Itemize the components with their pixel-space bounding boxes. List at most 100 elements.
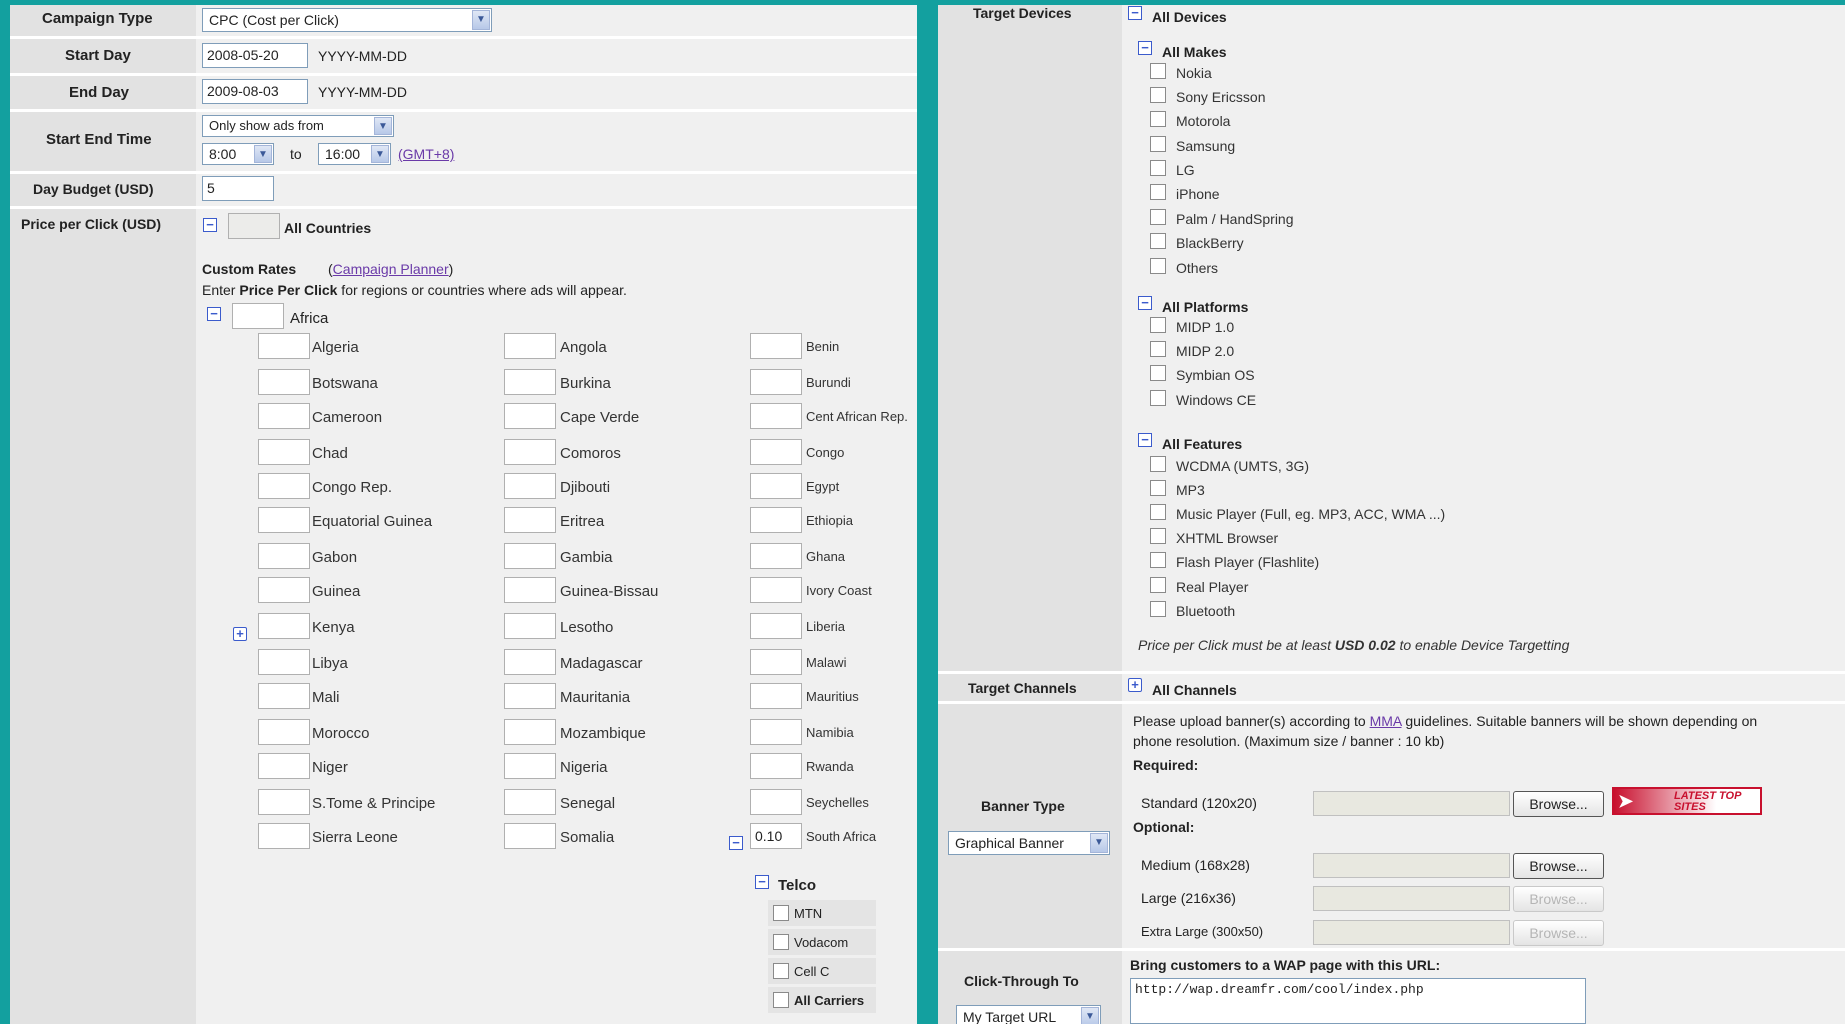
country-rate-input[interactable] bbox=[258, 403, 310, 429]
collapse-icon[interactable]: − bbox=[207, 307, 221, 321]
expand-icon[interactable]: + bbox=[233, 627, 247, 641]
device-checkbox[interactable] bbox=[1150, 601, 1166, 617]
country-rate-input[interactable] bbox=[504, 649, 556, 675]
country-rate-input[interactable] bbox=[504, 753, 556, 779]
device-checkbox[interactable] bbox=[1150, 456, 1166, 472]
country-rate-input[interactable] bbox=[504, 719, 556, 745]
country-rate-input[interactable] bbox=[258, 613, 310, 639]
country-rate-input[interactable] bbox=[504, 369, 556, 395]
collapse-icon[interactable]: − bbox=[1138, 296, 1152, 310]
telco-checkbox[interactable] bbox=[773, 963, 789, 979]
country-rate-input[interactable] bbox=[258, 473, 310, 499]
africa-input[interactable] bbox=[232, 303, 284, 329]
target-url-select[interactable]: My Target URL ▼ bbox=[956, 1005, 1101, 1024]
device-checkbox[interactable] bbox=[1150, 136, 1166, 152]
country-rate-input[interactable] bbox=[504, 543, 556, 569]
country-rate-input[interactable] bbox=[750, 403, 802, 429]
end-day-input[interactable]: 2009-08-03 bbox=[202, 79, 308, 104]
banner-file-input[interactable] bbox=[1313, 886, 1510, 911]
country-rate-input[interactable] bbox=[504, 507, 556, 533]
country-rate-input[interactable] bbox=[258, 543, 310, 569]
country-rate-input[interactable] bbox=[258, 719, 310, 745]
country-rate-input[interactable] bbox=[504, 473, 556, 499]
device-checkbox[interactable] bbox=[1150, 504, 1166, 520]
country-rate-input[interactable] bbox=[258, 683, 310, 709]
country-rate-input[interactable] bbox=[750, 753, 802, 779]
country-rate-input[interactable] bbox=[504, 439, 556, 465]
day-budget-input[interactable]: 5 bbox=[202, 176, 274, 201]
country-rate-input[interactable] bbox=[258, 577, 310, 603]
country-rate-input[interactable]: 0.10 bbox=[750, 823, 802, 849]
device-checkbox[interactable] bbox=[1150, 390, 1166, 406]
device-checkbox[interactable] bbox=[1150, 111, 1166, 127]
country-rate-input[interactable] bbox=[750, 439, 802, 465]
device-checkbox[interactable] bbox=[1150, 365, 1166, 381]
device-checkbox[interactable] bbox=[1150, 160, 1166, 176]
all-countries-input[interactable] bbox=[228, 213, 280, 239]
country-rate-input[interactable] bbox=[750, 543, 802, 569]
device-checkbox[interactable] bbox=[1150, 63, 1166, 79]
country-rate-input[interactable] bbox=[258, 333, 310, 359]
country-rate-input[interactable] bbox=[750, 649, 802, 675]
browse-button[interactable]: Browse... bbox=[1513, 853, 1604, 879]
browse-button[interactable]: Browse... bbox=[1513, 920, 1604, 946]
country-rate-input[interactable] bbox=[750, 789, 802, 815]
time-to-select[interactable]: 16:00 ▼ bbox=[318, 143, 391, 165]
browse-button[interactable]: Browse... bbox=[1513, 791, 1604, 817]
collapse-icon[interactable]: − bbox=[203, 218, 217, 232]
banner-file-input[interactable] bbox=[1313, 920, 1510, 945]
expand-icon[interactable]: + bbox=[1128, 678, 1142, 692]
device-checkbox[interactable] bbox=[1150, 552, 1166, 568]
country-rate-input[interactable] bbox=[258, 649, 310, 675]
country-rate-input[interactable] bbox=[258, 823, 310, 849]
time-mode-select[interactable]: Only show ads from ▼ bbox=[202, 115, 394, 137]
country-rate-input[interactable] bbox=[504, 683, 556, 709]
device-checkbox[interactable] bbox=[1150, 317, 1166, 333]
country-rate-input[interactable] bbox=[750, 369, 802, 395]
banner-file-input[interactable] bbox=[1313, 791, 1510, 816]
country-rate-input[interactable] bbox=[750, 719, 802, 745]
country-rate-input[interactable] bbox=[504, 333, 556, 359]
country-rate-input[interactable] bbox=[750, 473, 802, 499]
collapse-icon[interactable]: − bbox=[1138, 41, 1152, 55]
country-rate-input[interactable] bbox=[750, 333, 802, 359]
device-checkbox[interactable] bbox=[1150, 341, 1166, 357]
device-checkbox[interactable] bbox=[1150, 184, 1166, 200]
time-from-select[interactable]: 8:00 ▼ bbox=[202, 143, 274, 165]
browse-button[interactable]: Browse... bbox=[1513, 886, 1604, 912]
collapse-icon[interactable]: − bbox=[1128, 6, 1142, 20]
device-checkbox[interactable] bbox=[1150, 233, 1166, 249]
timezone-link[interactable]: (GMT+8) bbox=[398, 146, 454, 162]
country-rate-input[interactable] bbox=[750, 507, 802, 533]
telco-checkbox[interactable] bbox=[773, 992, 789, 1008]
device-checkbox[interactable] bbox=[1150, 209, 1166, 225]
country-rate-input[interactable] bbox=[258, 789, 310, 815]
device-checkbox[interactable] bbox=[1150, 258, 1166, 274]
country-rate-input[interactable] bbox=[504, 789, 556, 815]
collapse-icon[interactable]: − bbox=[755, 875, 769, 889]
country-rate-input[interactable] bbox=[258, 507, 310, 533]
telco-checkbox[interactable] bbox=[773, 934, 789, 950]
country-rate-input[interactable] bbox=[258, 753, 310, 779]
country-rate-input[interactable] bbox=[750, 613, 802, 639]
campaign-planner-link[interactable]: Campaign Planner bbox=[333, 261, 449, 277]
banner-type-select[interactable]: Graphical Banner ▼ bbox=[948, 831, 1110, 855]
country-rate-input[interactable] bbox=[504, 577, 556, 603]
country-rate-input[interactable] bbox=[504, 613, 556, 639]
country-rate-input[interactable] bbox=[750, 577, 802, 603]
wap-url-input[interactable]: http://wap.dreamfr.com/cool/index.php bbox=[1130, 978, 1586, 1024]
telco-checkbox[interactable] bbox=[773, 905, 789, 921]
device-checkbox[interactable] bbox=[1150, 87, 1166, 103]
country-rate-input[interactable] bbox=[258, 369, 310, 395]
mma-link[interactable]: MMA bbox=[1370, 713, 1402, 729]
start-day-input[interactable]: 2008-05-20 bbox=[202, 43, 308, 68]
campaign-type-select[interactable]: CPC (Cost per Click) ▼ bbox=[202, 8, 492, 32]
collapse-icon[interactable]: − bbox=[1138, 433, 1152, 447]
country-rate-input[interactable] bbox=[504, 823, 556, 849]
latest-top-sites-banner[interactable]: ➤ LATEST TOP SITES bbox=[1612, 787, 1762, 815]
collapse-icon[interactable]: − bbox=[729, 836, 743, 850]
device-checkbox[interactable] bbox=[1150, 577, 1166, 593]
banner-file-input[interactable] bbox=[1313, 853, 1510, 878]
country-rate-input[interactable] bbox=[504, 403, 556, 429]
country-rate-input[interactable] bbox=[750, 683, 802, 709]
